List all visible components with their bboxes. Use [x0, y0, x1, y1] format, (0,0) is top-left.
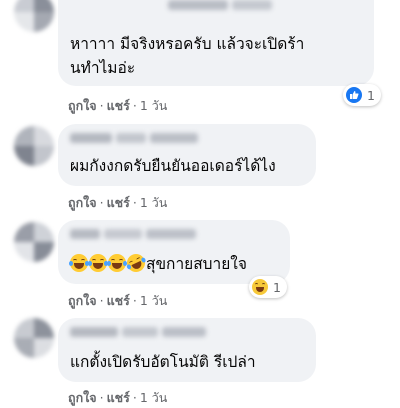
haha-emoji	[107, 254, 127, 272]
reaction-count[interactable]: 1	[343, 84, 381, 106]
like-link[interactable]: ถูกใจ	[68, 98, 97, 113]
separator-dot: ·	[99, 195, 104, 210]
comment-text-line-2: นทำไมอ่ะ	[70, 59, 136, 77]
avatar[interactable]	[14, 318, 54, 358]
separator-dot: ·	[132, 390, 137, 405]
comment-actions: ถูกใจ · แชร์ · 1 วัน	[68, 291, 167, 311]
commenter-name-blurred[interactable]	[168, 0, 272, 10]
separator-dot: ·	[99, 98, 104, 113]
like-link[interactable]: ถูกใจ	[68, 293, 97, 308]
like-icon	[346, 87, 362, 103]
separator-dot: ·	[132, 98, 137, 113]
timestamp[interactable]: 1 วัน	[140, 98, 168, 113]
share-link[interactable]: แชร์	[107, 195, 130, 210]
reaction-count[interactable]: 1	[249, 276, 287, 298]
comment-text: สุขกายสบายใจ	[69, 251, 247, 276]
comment-actions: ถูกใจ · แชร์ · 1 วัน	[68, 388, 167, 408]
like-link[interactable]: ถูกใจ	[68, 390, 97, 405]
comment-text: ผมกังงกดรับยืนยันออเดอร์ได้ไง	[70, 157, 276, 175]
comment-actions: ถูกใจ · แชร์ · 1 วัน	[68, 96, 167, 116]
timestamp[interactable]: 1 วัน	[140, 390, 168, 405]
comment-bubble: แกตั้งเปิดรับอัตโนมัติ รีเปล่า	[58, 318, 316, 382]
reaction-count-value: 1	[273, 279, 281, 295]
comment-text: แกตั้งเปิดรับอัตโนมัติ รีเปล่า	[70, 353, 256, 371]
comment-text-content: สุขกายสบายใจ	[146, 255, 247, 273]
commenter-name-blurred[interactable]	[70, 133, 198, 143]
commenter-name-blurred[interactable]	[70, 327, 206, 337]
comment-bubble: สุขกายสบายใจ	[58, 220, 290, 284]
comment-bubble: ผมกังงกดรับยืนยันออเดอร์ได้ไง	[58, 124, 316, 186]
reaction-count-value: 1	[367, 87, 375, 103]
separator-dot: ·	[99, 293, 104, 308]
like-link[interactable]: ถูกใจ	[68, 195, 97, 210]
timestamp[interactable]: 1 วัน	[140, 195, 168, 210]
haha-emoji	[69, 254, 89, 272]
haha-emoji	[88, 254, 108, 272]
share-link[interactable]: แชร์	[107, 98, 130, 113]
separator-dot: ·	[132, 293, 137, 308]
share-link[interactable]: แชร์	[107, 390, 130, 405]
comment-bubble: หาาาา มีจริงหรอครับ แล้วจะเปิดร้า นทำไมอ…	[58, 0, 374, 86]
commenter-name-blurred[interactable]	[70, 229, 196, 239]
avatar[interactable]	[14, 0, 54, 32]
share-link[interactable]: แชร์	[107, 293, 130, 308]
separator-dot: ·	[99, 390, 104, 405]
comment-text-line-1: หาาาา มีจริงหรอครับ แล้วจะเปิดร้า	[70, 35, 305, 53]
avatar[interactable]	[14, 222, 54, 262]
haha-icon	[252, 279, 268, 295]
comment-actions: ถูกใจ · แชร์ · 1 วัน	[68, 193, 167, 213]
rofl-emoji	[124, 251, 148, 275]
timestamp[interactable]: 1 วัน	[140, 293, 168, 308]
separator-dot: ·	[132, 195, 137, 210]
avatar[interactable]	[14, 126, 54, 166]
